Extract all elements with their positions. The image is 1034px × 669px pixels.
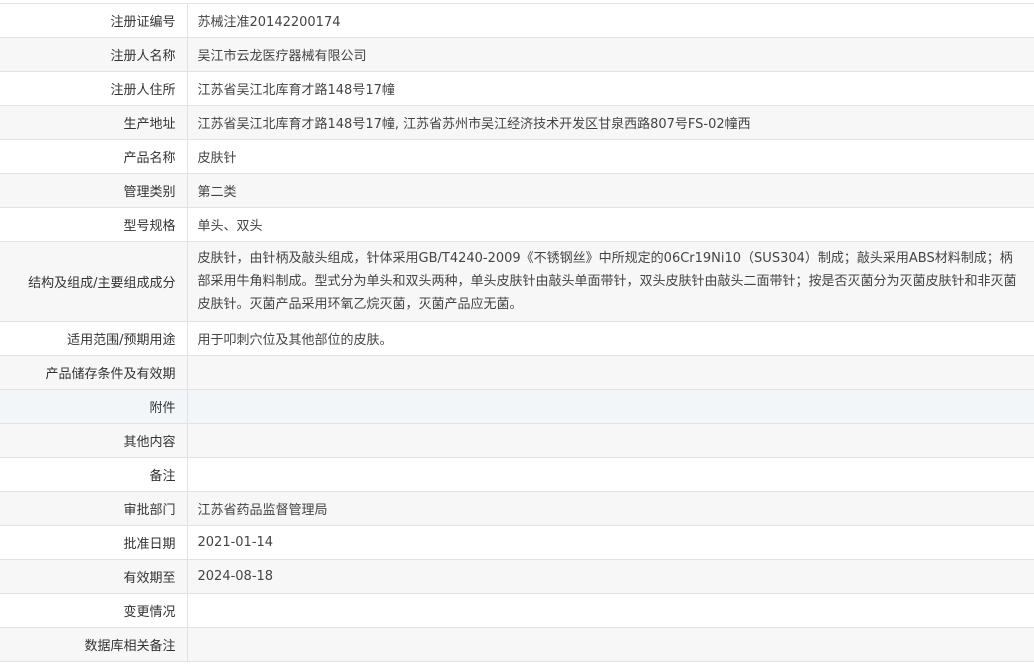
row-approval-department: 审批部门 江苏省药品监督管理局 [0,491,1034,526]
field-label: 审批部门 [0,491,188,526]
field-value [187,593,1034,628]
row-production-address: 生产地址 江苏省吴江北库育才路148号17幢, 江苏省苏州市吴江经济技术开发区甘… [0,105,1034,140]
row-database-notes: 数据库相关备注 [0,627,1034,662]
field-value: 江苏省吴江北库育才路148号17幢 [187,71,1034,106]
field-label: 产品名称 [0,139,188,174]
field-label: 注册证编号 [0,3,188,38]
field-value: 第二类 [187,173,1034,208]
field-label: 批准日期 [0,525,188,560]
row-registration-number: 注册证编号 苏械注准20142200174 [0,3,1034,38]
field-label: 备注 [0,457,188,492]
field-label: 结构及组成/主要组成成分 [0,241,188,322]
field-value: 江苏省吴江北库育才路148号17幢, 江苏省苏州市吴江经济技术开发区甘泉西路80… [187,105,1034,140]
registration-record-table: 注册证编号 苏械注准20142200174 注册人名称 吴江市云龙医疗器械有限公… [0,3,1034,662]
field-value [187,355,1034,390]
field-label: 型号规格 [0,207,188,242]
record-body: 注册证编号 苏械注准20142200174 注册人名称 吴江市云龙医疗器械有限公… [0,3,1034,662]
field-label: 生产地址 [0,105,188,140]
field-label: 有效期至 [0,559,188,594]
field-value: 皮肤针 [187,139,1034,174]
row-registrant-address: 注册人住所 江苏省吴江北库育才路148号17幢 [0,71,1034,106]
field-value: 苏械注准20142200174 [187,3,1034,38]
row-valid-until: 有效期至 2024-08-18 [0,559,1034,594]
field-value: 单头、双头 [187,207,1034,242]
field-label: 数据库相关备注 [0,627,188,662]
field-label: 注册人住所 [0,71,188,106]
row-other-content: 其他内容 [0,423,1034,458]
field-label: 管理类别 [0,173,188,208]
field-value [187,627,1034,662]
field-value: 用于叩刺穴位及其他部位的皮肤。 [187,321,1034,356]
row-storage-validity: 产品储存条件及有效期 [0,355,1034,390]
row-intended-use: 适用范围/预期用途 用于叩刺穴位及其他部位的皮肤。 [0,321,1034,356]
field-label: 适用范围/预期用途 [0,321,188,356]
field-label: 注册人名称 [0,37,188,72]
field-value: 2021-01-14 [187,525,1034,560]
field-value: 皮肤针，由针柄及敲头组成，针体采用GB/T4240-2009《不锈钢丝》中所规定… [187,241,1034,322]
field-label: 附件 [0,389,188,424]
row-management-category: 管理类别 第二类 [0,173,1034,208]
field-value [187,389,1034,424]
row-structure-composition: 结构及组成/主要组成成分 皮肤针，由针柄及敲头组成，针体采用GB/T4240-2… [0,241,1034,322]
field-value: 吴江市云龙医疗器械有限公司 [187,37,1034,72]
field-label: 产品储存条件及有效期 [0,355,188,390]
field-label: 其他内容 [0,423,188,458]
row-model-spec: 型号规格 单头、双头 [0,207,1034,242]
field-value [187,423,1034,458]
row-remarks: 备注 [0,457,1034,492]
row-approval-date: 批准日期 2021-01-14 [0,525,1034,560]
field-label: 变更情况 [0,593,188,628]
field-value [187,457,1034,492]
row-attachment: 附件 [0,389,1034,424]
row-change-history: 变更情况 [0,593,1034,628]
field-value: 江苏省药品监督管理局 [187,491,1034,526]
field-value: 2024-08-18 [187,559,1034,594]
row-product-name: 产品名称 皮肤针 [0,139,1034,174]
row-registrant-name: 注册人名称 吴江市云龙医疗器械有限公司 [0,37,1034,72]
